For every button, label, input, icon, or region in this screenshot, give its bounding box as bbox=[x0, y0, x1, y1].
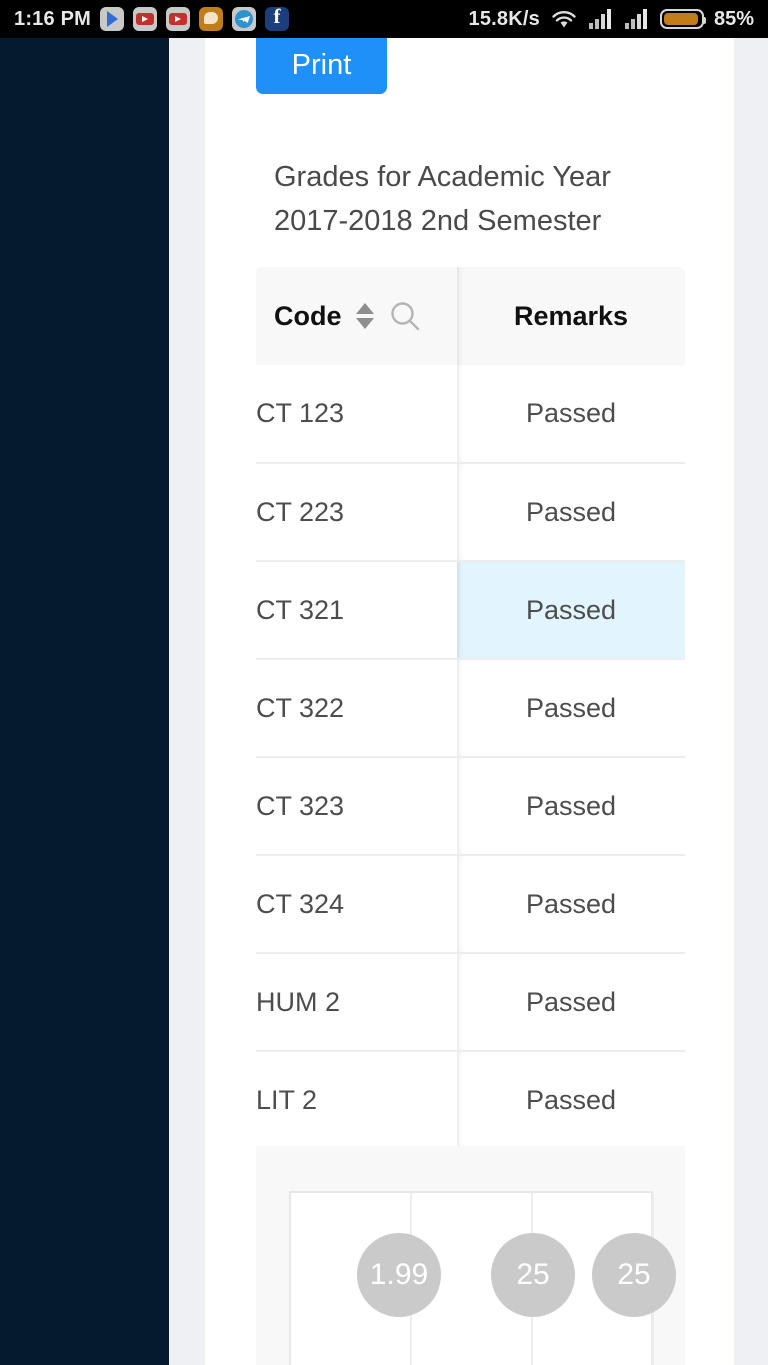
battery-fill bbox=[663, 13, 698, 25]
sort-descending-icon bbox=[355, 318, 374, 329]
summary-bubble: 25 bbox=[592, 1233, 676, 1317]
youtube-icon bbox=[133, 7, 157, 31]
page-gutter-left bbox=[169, 38, 205, 1365]
android-status-bar: 1:16 PM 15.8K/s bbox=[0, 0, 768, 38]
sort-ascending-icon bbox=[355, 303, 374, 314]
telegram-icon bbox=[232, 7, 256, 31]
play-store-icon bbox=[100, 7, 124, 31]
table-row[interactable]: CT 123 Passed bbox=[256, 365, 685, 464]
status-bar-clock: 1:16 PM bbox=[14, 7, 91, 30]
status-bar-left: 1:16 PM bbox=[14, 4, 289, 31]
cell-code: CT 123 bbox=[256, 365, 457, 464]
column-header-code-label: Code bbox=[274, 300, 342, 331]
column-header-code[interactable]: Code bbox=[256, 267, 457, 365]
cell-code: LIT 2 bbox=[256, 1051, 457, 1150]
battery-icon bbox=[659, 9, 706, 29]
signal-bars-icon bbox=[588, 9, 611, 29]
grades-table-head: Code Remarks bbox=[256, 267, 685, 365]
grades-table-body: CT 123 Passed CT 223 Passed CT 321 Passed CT 3… bbox=[256, 365, 685, 1150]
cell-remarks: Passed bbox=[457, 561, 685, 660]
cell-remarks: Passed bbox=[457, 1051, 685, 1150]
wifi-icon bbox=[552, 11, 576, 28]
app-sidebar bbox=[0, 38, 169, 1365]
battery-percent-label: 85% bbox=[713, 7, 754, 30]
table-header-row: Code Remarks bbox=[256, 267, 685, 365]
cell-code: CT 323 bbox=[256, 757, 457, 856]
status-bar-right: 15.8K/s 85% bbox=[469, 8, 754, 31]
page-gutter-right bbox=[734, 38, 768, 1365]
cell-remarks: Passed bbox=[457, 365, 685, 464]
print-button[interactable]: Print bbox=[256, 38, 387, 94]
column-header-remarks[interactable]: Remarks bbox=[457, 267, 685, 365]
summary-bubble: 1.99 bbox=[357, 1233, 441, 1317]
messenger-icon bbox=[199, 7, 223, 31]
grades-table-container: Code Remarks CT 123 Passed CT 223 Passed… bbox=[256, 267, 685, 1150]
table-row[interactable]: CT 324 Passed bbox=[256, 855, 685, 954]
cell-code: CT 321 bbox=[256, 561, 457, 660]
table-row[interactable]: HUM 2 Passed bbox=[256, 953, 685, 1052]
signal-bars-icon bbox=[624, 9, 647, 29]
table-row[interactable]: CT 323 Passed bbox=[256, 757, 685, 856]
table-row[interactable]: CT 321 Passed bbox=[256, 561, 685, 660]
cell-remarks: Passed bbox=[457, 757, 685, 856]
cell-code: HUM 2 bbox=[256, 953, 457, 1052]
sort-toggle-icon[interactable] bbox=[355, 303, 374, 329]
table-row[interactable]: LIT 2 Passed bbox=[256, 1051, 685, 1150]
table-row[interactable]: CT 322 Passed bbox=[256, 659, 685, 758]
cell-code: CT 324 bbox=[256, 855, 457, 954]
search-icon[interactable] bbox=[388, 299, 422, 333]
cell-code: CT 322 bbox=[256, 659, 457, 758]
cell-remarks: Passed bbox=[457, 855, 685, 954]
summary-chart-box: 1.99 25 25 bbox=[289, 1191, 676, 1365]
cell-remarks: Passed bbox=[457, 953, 685, 1052]
cell-code: CT 223 bbox=[256, 463, 457, 562]
main-content: Print Grades for Academic Year 2017-2018… bbox=[205, 38, 734, 1365]
youtube-icon bbox=[166, 7, 190, 31]
page-title: Grades for Academic Year 2017-2018 2nd S… bbox=[274, 161, 611, 238]
summary-bubble: 25 bbox=[491, 1233, 575, 1317]
network-speed-label: 15.8K/s bbox=[468, 7, 540, 30]
column-header-remarks-label: Remarks bbox=[513, 300, 629, 331]
table-row[interactable]: CT 223 Passed bbox=[256, 463, 685, 562]
cell-remarks: Passed bbox=[457, 659, 685, 758]
telegram-paper-plane-icon bbox=[238, 16, 250, 23]
summary-panel: 1.99 25 25 bbox=[256, 1146, 685, 1365]
grades-table: Code Remarks CT 123 Passed CT 223 Passed… bbox=[256, 267, 685, 1150]
cell-remarks: Passed bbox=[457, 463, 685, 562]
facebook-icon bbox=[265, 4, 289, 31]
